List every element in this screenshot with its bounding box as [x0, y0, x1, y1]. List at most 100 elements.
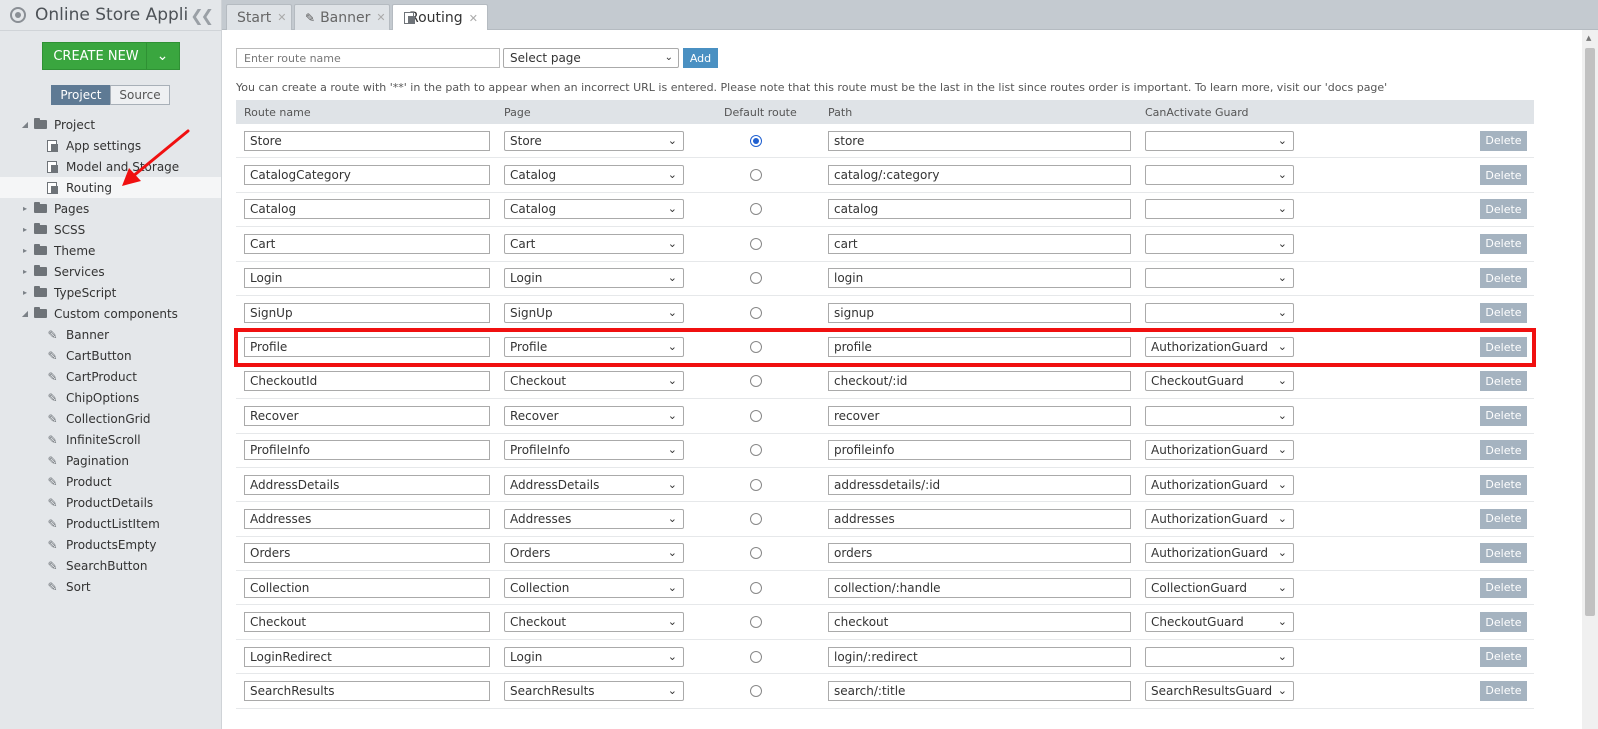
default-route-radio[interactable]	[750, 306, 762, 319]
default-route-radio[interactable]	[750, 409, 762, 422]
tree-item[interactable]: ▸ Pages	[0, 198, 221, 219]
caret-right-icon[interactable]: ▸	[20, 246, 30, 255]
default-route-radio[interactable]	[750, 684, 762, 697]
tab-routing[interactable]: Routing ✕	[392, 4, 488, 31]
path-field[interactable]: orders	[828, 543, 1131, 564]
path-field[interactable]: addressdetails/:id	[828, 474, 1131, 495]
page-select[interactable]: SearchResults ⌄	[504, 680, 684, 701]
tree-item[interactable]: ✎ CollectionGrid	[0, 408, 221, 429]
tree-item[interactable]: ▸ Services	[0, 261, 221, 282]
tree-item[interactable]: ✎ Pagination	[0, 450, 221, 471]
add-route-button[interactable]: Add	[683, 48, 718, 68]
page-select[interactable]: Catalog ⌄	[504, 199, 684, 220]
caret-down-icon[interactable]: ◢	[20, 120, 30, 129]
page-select[interactable]: SignUp ⌄	[504, 302, 684, 323]
scroll-up-icon[interactable]: ▲	[1586, 34, 1591, 42]
guard-select[interactable]: CheckoutGuard ⌄	[1145, 371, 1294, 392]
path-field[interactable]: addresses	[828, 508, 1131, 529]
default-route-radio[interactable]	[750, 650, 762, 663]
route-name-field[interactable]: Profile	[244, 337, 490, 358]
tree-item[interactable]: ✎ Product	[0, 471, 221, 492]
guard-select[interactable]: ⌄	[1145, 130, 1294, 151]
path-field[interactable]: cart	[828, 233, 1131, 254]
page-select[interactable]: Store ⌄	[504, 130, 684, 151]
tree-item[interactable]: ▸ SCSS	[0, 219, 221, 240]
path-field[interactable]: collection/:handle	[828, 577, 1131, 598]
path-field[interactable]: signup	[828, 302, 1131, 323]
page-select[interactable]: Login ⌄	[504, 268, 684, 289]
guard-select[interactable]: ⌄	[1145, 165, 1294, 186]
route-name-field[interactable]: Catalog	[244, 199, 490, 220]
tree-item[interactable]: ✎ ProductsEmpty	[0, 534, 221, 555]
route-name-field[interactable]: Cart	[244, 233, 490, 254]
tab-banner[interactable]: ✎ Banner ✕	[294, 4, 390, 30]
delete-button[interactable]: Delete	[1480, 612, 1527, 633]
route-name-field[interactable]: Checkout	[244, 612, 490, 633]
route-name-field[interactable]: Addresses	[244, 508, 490, 529]
path-field[interactable]: profile	[828, 337, 1131, 358]
path-field[interactable]: login/:redirect	[828, 646, 1131, 667]
guard-select[interactable]: AuthorizationGuard ⌄	[1145, 440, 1294, 461]
route-name-field[interactable]: Store	[244, 130, 490, 151]
route-name-field[interactable]: CatalogCategory	[244, 165, 490, 186]
default-route-radio[interactable]	[750, 134, 762, 147]
page-select[interactable]: Addresses ⌄	[504, 508, 684, 529]
default-route-radio[interactable]	[750, 444, 762, 457]
page-select[interactable]: Orders ⌄	[504, 543, 684, 564]
delete-button[interactable]: Delete	[1480, 233, 1527, 254]
path-field[interactable]: profileinfo	[828, 440, 1131, 461]
tree-item[interactable]: ✎ CartButton	[0, 345, 221, 366]
guard-select[interactable]: AuthorizationGuard ⌄	[1145, 337, 1294, 358]
caret-right-icon[interactable]: ▸	[20, 267, 30, 276]
path-field[interactable]: checkout	[828, 612, 1131, 633]
page-select[interactable]: Recover ⌄	[504, 405, 684, 426]
default-route-radio[interactable]	[750, 581, 762, 594]
collapse-sidebar-icon[interactable]: ❮❮	[190, 6, 214, 25]
tree-item[interactable]: ✎ InfiniteScroll	[0, 429, 221, 450]
delete-button[interactable]: Delete	[1480, 440, 1527, 461]
default-route-radio[interactable]	[750, 341, 762, 354]
delete-button[interactable]: Delete	[1480, 371, 1527, 392]
route-name-field[interactable]: AddressDetails	[244, 474, 490, 495]
page-select[interactable]: Cart ⌄	[504, 233, 684, 254]
default-route-radio[interactable]	[750, 237, 762, 250]
page-select[interactable]: Checkout ⌄	[504, 612, 684, 633]
page-select[interactable]: AddressDetails ⌄	[504, 474, 684, 495]
delete-button[interactable]: Delete	[1480, 130, 1527, 151]
default-route-radio[interactable]	[750, 547, 762, 560]
default-route-radio[interactable]	[750, 203, 762, 216]
caret-right-icon[interactable]: ▸	[20, 225, 30, 234]
guard-select[interactable]: AuthorizationGuard ⌄	[1145, 474, 1294, 495]
delete-button[interactable]: Delete	[1480, 543, 1527, 564]
caret-down-icon[interactable]: ◢	[20, 309, 30, 318]
create-new-button[interactable]: CREATE NEW ⌄	[41, 42, 180, 70]
delete-button[interactable]: Delete	[1480, 680, 1527, 701]
tree-item[interactable]: ▸ Theme	[0, 240, 221, 261]
default-route-radio[interactable]	[750, 169, 762, 182]
guard-select[interactable]: ⌄	[1145, 405, 1294, 426]
path-field[interactable]: login	[828, 268, 1131, 289]
tree-item[interactable]: ✎ Sort	[0, 576, 221, 597]
tree-item[interactable]: ✎ CartProduct	[0, 366, 221, 387]
tab-start[interactable]: Start ✕	[226, 4, 292, 30]
guard-select[interactable]: ⌄	[1145, 268, 1294, 289]
path-field[interactable]: search/:title	[828, 680, 1131, 701]
delete-button[interactable]: Delete	[1480, 474, 1527, 495]
close-icon[interactable]: ✕	[469, 12, 478, 25]
tree-item[interactable]: ✎ ProductListItem	[0, 513, 221, 534]
route-name-field[interactable]: CheckoutId	[244, 371, 490, 392]
delete-button[interactable]: Delete	[1480, 302, 1527, 323]
route-name-field[interactable]: Collection	[244, 577, 490, 598]
guard-select[interactable]: CollectionGuard ⌄	[1145, 577, 1294, 598]
default-route-radio[interactable]	[750, 375, 762, 388]
page-select[interactable]: Login ⌄	[504, 646, 684, 667]
close-icon[interactable]: ✕	[376, 11, 385, 24]
path-field[interactable]: catalog/:category	[828, 165, 1131, 186]
guard-select[interactable]: ⌄	[1145, 302, 1294, 323]
route-name-field[interactable]: ProfileInfo	[244, 440, 490, 461]
page-select[interactable]: Collection ⌄	[504, 577, 684, 598]
scrollbar-thumb[interactable]	[1585, 48, 1595, 616]
default-route-radio[interactable]	[750, 616, 762, 629]
tab-source[interactable]: Source	[110, 85, 170, 105]
delete-button[interactable]: Delete	[1480, 646, 1527, 667]
